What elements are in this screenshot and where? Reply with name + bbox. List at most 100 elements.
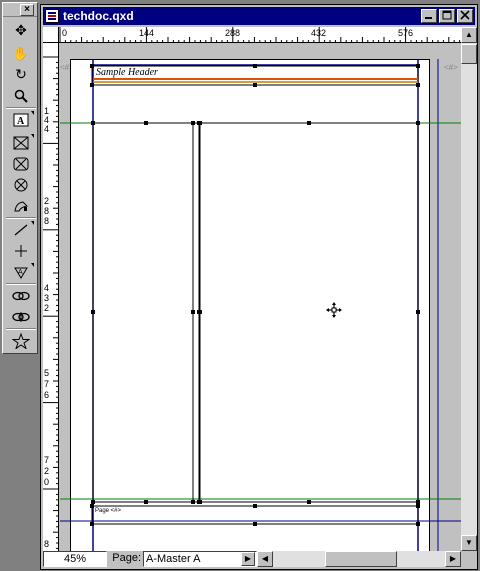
flyout-indicator-icon (31, 221, 34, 225)
oval-picture-box-icon (14, 178, 28, 191)
horizontal-scroll-thumb[interactable] (325, 551, 397, 567)
selection-handle (416, 500, 420, 504)
ruler-label: 0 (62, 28, 68, 38)
selection-handle (144, 500, 148, 504)
star-tool[interactable] (7, 331, 35, 350)
selection-handle (191, 500, 195, 504)
selection-handle (416, 121, 420, 125)
palette-close-button[interactable]: × (20, 4, 34, 16)
selection-handle (198, 310, 202, 314)
ruler-label: 432 (311, 28, 327, 38)
scroll-down-button[interactable]: ▼ (461, 535, 477, 551)
document-window: techdoc.qxd 0 144 288 432 576 1 4 4 2 8 … (40, 4, 478, 570)
picture-box-icon (13, 136, 29, 149)
bezier-pen-icon (14, 200, 29, 211)
item-tool[interactable]: ✥ (7, 21, 35, 40)
pasteboard[interactable]: <#> <#> Sample Header Page <#> (60, 44, 461, 551)
tool-palette: × ✥ ✋ ↻ A A (2, 2, 38, 354)
vertical-scroll-thumb[interactable] (461, 44, 477, 64)
selection-handle (198, 500, 202, 504)
selection-handle (307, 121, 311, 125)
unlinking-tool[interactable] (7, 307, 35, 326)
palette-divider (6, 217, 36, 219)
diagonal-line-icon (14, 224, 28, 235)
arrow-left-icon: ◀ (261, 554, 269, 563)
selection-handle (253, 83, 257, 87)
ruler-label: 576 (398, 28, 414, 38)
picture-box-oval-tool[interactable] (7, 175, 35, 194)
rotation-tool[interactable]: ↻ (7, 65, 35, 84)
orthogonal-line-tool[interactable] (7, 241, 35, 260)
footer-page-number-text[interactable]: Page <#> (95, 508, 121, 514)
horizontal-scrollbar[interactable]: ◀ ▶ (257, 551, 461, 567)
quark-document-icon (45, 9, 59, 23)
flyout-indicator-icon (31, 134, 34, 138)
palette-divider (6, 328, 36, 330)
text-path-icon: A (14, 267, 28, 279)
ruler-label: 7 2 0 (44, 455, 50, 487)
scroll-right-button[interactable]: ▶ (445, 551, 461, 567)
ruler-label: 144 (139, 28, 155, 38)
rounded-picture-box-icon (13, 157, 29, 170)
scroll-up-button[interactable]: ▲ (461, 27, 477, 43)
vertical-ruler[interactable]: 1 4 4 2 8 8 4 3 2 5 7 6 7 2 0 8 (43, 43, 59, 551)
selection-handle (90, 504, 94, 508)
text-box-tool[interactable]: A (7, 110, 35, 129)
text-path-tool[interactable]: A (7, 262, 35, 281)
content-tool[interactable]: ✋ (7, 44, 35, 63)
chain-link-icon (12, 291, 30, 300)
maximize-icon (442, 10, 452, 20)
picture-box-rounded-tool[interactable] (7, 154, 35, 173)
selection-handle (416, 310, 420, 314)
ruler-origin[interactable] (43, 27, 59, 43)
selection-handle (253, 504, 257, 508)
selection-handle (191, 121, 195, 125)
minimize-icon (425, 17, 432, 19)
selection-handle (144, 121, 148, 125)
arrow-right-icon: ▶ (449, 554, 457, 563)
zoom-field[interactable]: 45% (43, 551, 107, 567)
page-selector[interactable]: A-Master A (143, 551, 257, 567)
maximize-button[interactable] (439, 9, 455, 23)
scroll-left-button[interactable]: ◀ (257, 551, 273, 567)
ruler-label: 288 (225, 28, 241, 38)
palette-titlebar: × (3, 3, 37, 17)
page-label: Page: (112, 552, 141, 564)
selection-handle (91, 500, 95, 504)
selection-handle (416, 83, 420, 87)
rotate-icon: ↻ (15, 66, 27, 82)
minimize-button[interactable] (421, 9, 437, 23)
selection-handle (253, 522, 257, 526)
selection-handle (416, 504, 420, 508)
magnifier-icon (14, 89, 28, 103)
picture-box-tool[interactable] (7, 133, 35, 152)
hand-icon: ✋ (12, 45, 30, 61)
palette-divider (6, 107, 36, 109)
close-icon (460, 10, 470, 20)
move-cursor-icon (326, 302, 342, 318)
selection-handles (90, 64, 420, 526)
selection-handle (416, 64, 420, 68)
selection-handle (90, 64, 94, 68)
ruler-label: 4 3 2 (44, 283, 50, 313)
page-layout-guides (60, 59, 461, 551)
bezier-picture-tool[interactable] (7, 196, 35, 215)
star-icon (12, 332, 30, 349)
window-titlebar[interactable]: techdoc.qxd (43, 7, 475, 25)
zoom-tool[interactable] (7, 86, 35, 105)
selection-handle (90, 522, 94, 526)
ruler-label: 1 4 4 (44, 106, 50, 134)
ruler-label: 8 (44, 539, 50, 549)
selection-handle (191, 310, 195, 314)
svg-text:A: A (17, 116, 25, 127)
page-selector-button[interactable]: ▶ (241, 552, 255, 566)
text-box-icon: A (13, 113, 29, 127)
line-tool[interactable] (7, 220, 35, 239)
header-text[interactable]: Sample Header (96, 67, 158, 78)
close-button[interactable] (457, 9, 473, 23)
arrow-down-icon: ▼ (465, 538, 473, 547)
move-arrows-icon: ✥ (15, 22, 27, 38)
vertical-scrollbar[interactable]: ▲ ▼ (461, 27, 477, 551)
horizontal-ruler[interactable]: 0 144 288 432 576 (59, 27, 461, 43)
linking-tool[interactable] (7, 286, 35, 305)
